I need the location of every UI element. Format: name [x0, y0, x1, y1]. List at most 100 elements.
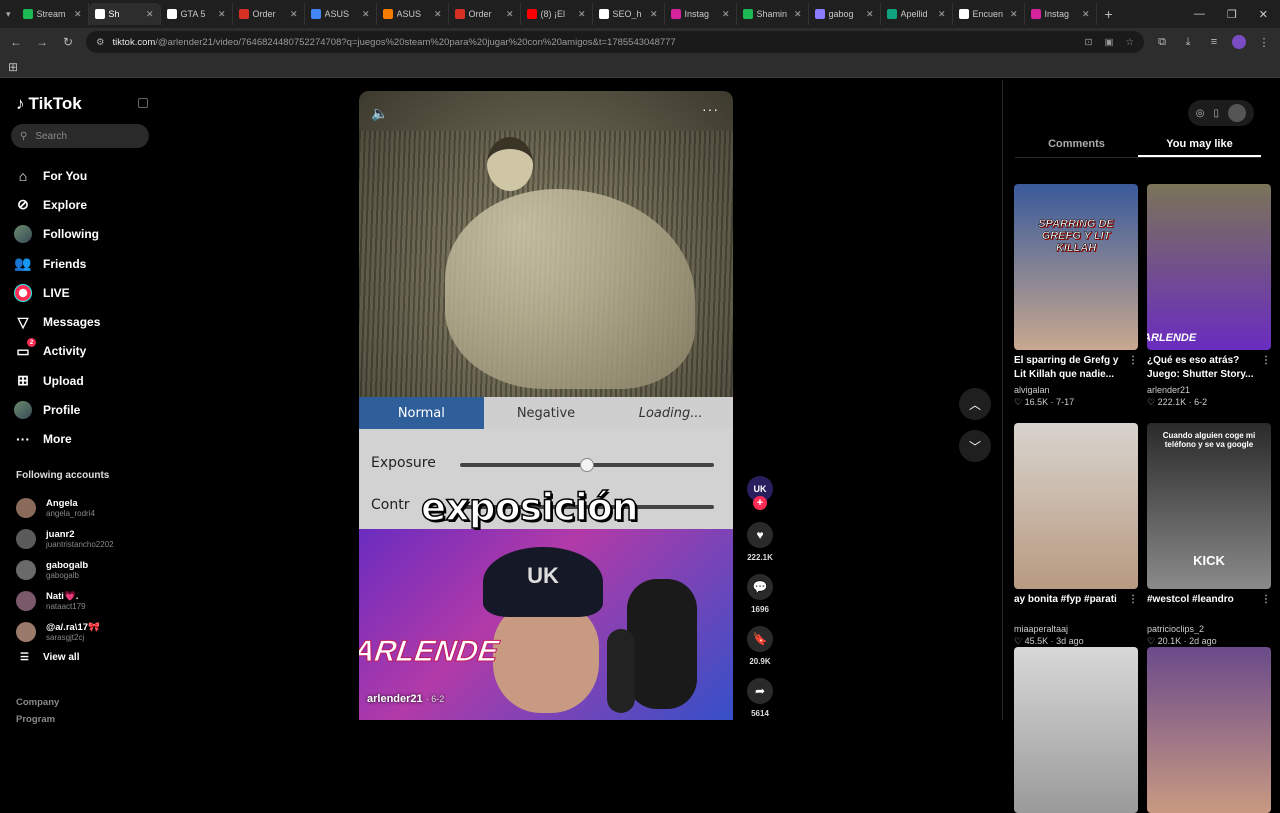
- browser-tab[interactable]: GTA 5 ✕: [161, 3, 233, 25]
- cast-icon[interactable]: ▣: [1104, 37, 1113, 48]
- more-options-icon[interactable]: ···: [702, 101, 719, 117]
- extensions-icon[interactable]: ⧉: [1154, 36, 1170, 49]
- browser-tab[interactable]: (8) ¡El ✕: [521, 3, 593, 25]
- sidebar-item-more[interactable]: ··· More: [14, 425, 100, 454]
- browser-tab[interactable]: ASUS ✕: [305, 3, 377, 25]
- tab-close-icon[interactable]: ✕: [1010, 9, 1018, 20]
- tab-search-icon[interactable]: ▾: [6, 9, 11, 20]
- download-icon[interactable]: ⤓: [1180, 36, 1196, 49]
- media-icon[interactable]: ≡: [1206, 36, 1222, 48]
- video-card[interactable]: SPARRING DE GREFG Y LIT KILLAH El sparrin…: [1014, 184, 1138, 408]
- back-icon[interactable]: ←: [8, 35, 24, 49]
- card-user[interactable]: arlender21: [1147, 385, 1271, 395]
- sidebar-item-explore[interactable]: ⊘ Explore: [14, 190, 100, 219]
- tab-close-icon[interactable]: ✕: [434, 9, 442, 20]
- browser-tab[interactable]: Order ✕: [233, 3, 305, 25]
- tab-close-icon[interactable]: ✕: [578, 9, 586, 20]
- sidebar-item-for-you[interactable]: ⌂ For You: [14, 161, 100, 190]
- following-account[interactable]: Nati💗. nataact179: [16, 585, 114, 616]
- minimize-icon[interactable]: —: [1194, 8, 1205, 21]
- video-player[interactable]: 🔈 ··· Normal Negative Loading... Exposur…: [359, 91, 733, 720]
- apps-grid-icon[interactable]: ⊞: [8, 60, 18, 74]
- sidebar-item-following[interactable]: Following: [14, 220, 100, 249]
- tab-close-icon[interactable]: ✕: [722, 9, 730, 20]
- tab-close-icon[interactable]: ✕: [74, 9, 82, 20]
- browser-tab[interactable]: Instag ✕: [1025, 3, 1097, 25]
- browser-tab[interactable]: SEO_h ✕: [593, 3, 665, 25]
- maximize-icon[interactable]: ❐: [1227, 8, 1237, 21]
- tab-close-icon[interactable]: ✕: [290, 9, 298, 20]
- browser-tab[interactable]: ASUS ✕: [377, 3, 449, 25]
- tab-close-icon[interactable]: ✕: [794, 9, 802, 20]
- video-card[interactable]: [1147, 647, 1271, 813]
- footer-link-company[interactable]: Company: [16, 694, 59, 711]
- tab-close-icon[interactable]: ✕: [1082, 9, 1090, 20]
- tab-close-icon[interactable]: ✕: [218, 9, 226, 20]
- following-account[interactable]: juanr2 juantristancho2202: [16, 523, 114, 554]
- search-input[interactable]: ⚲ Search: [11, 124, 149, 148]
- tab-close-icon[interactable]: ✕: [866, 9, 874, 20]
- collapse-sidebar-icon[interactable]: [138, 98, 148, 108]
- card-user[interactable]: miaaperaltaaj: [1014, 624, 1138, 634]
- device-icon[interactable]: ▯: [1213, 108, 1219, 119]
- video-card[interactable]: ay bonita #fyp #parati ⋮ miaaperaltaaj ♡ …: [1014, 423, 1138, 647]
- following-account[interactable]: @a/.ra\17🎀 sarasgjt2cj: [16, 616, 114, 647]
- forward-icon[interactable]: →: [34, 35, 50, 49]
- following-account[interactable]: gabogalb gabogalb: [16, 554, 114, 585]
- next-video-button[interactable]: ﹀: [959, 430, 991, 462]
- card-more-icon[interactable]: ⋮: [1128, 593, 1138, 607]
- tab-close-icon[interactable]: ✕: [650, 9, 658, 20]
- previous-video-button[interactable]: ︿: [959, 388, 991, 420]
- browser-tab[interactable]: Order ✕: [449, 3, 521, 25]
- tab-close-icon[interactable]: ✕: [146, 9, 154, 20]
- site-info-icon[interactable]: ⚙: [96, 37, 105, 48]
- sidebar-item-profile[interactable]: Profile: [14, 395, 100, 424]
- close-window-icon[interactable]: ✕: [1259, 8, 1268, 21]
- browser-menu-icon[interactable]: ⋮: [1256, 36, 1272, 49]
- card-more-icon[interactable]: ⋮: [1261, 354, 1271, 368]
- tab-close-icon[interactable]: ✕: [362, 9, 370, 20]
- tiktok-logo[interactable]: ♪ TikTok: [16, 94, 82, 114]
- new-tab-button[interactable]: +: [1105, 6, 1113, 22]
- browser-tab[interactable]: Encuen ✕: [953, 3, 1025, 25]
- url-field[interactable]: ⚙ tiktok.com/@arlender21/video/764682448…: [86, 31, 1144, 53]
- sidebar-item-messages[interactable]: ▽ Messages: [14, 307, 101, 336]
- video-card[interactable]: Cuando alguien coge mi teléfono y se va …: [1147, 423, 1271, 647]
- card-more-icon[interactable]: ⋮: [1128, 354, 1138, 368]
- save-button[interactable]: 🔖: [747, 626, 773, 652]
- view-all-link[interactable]: ☰ View all: [20, 652, 79, 663]
- volume-icon[interactable]: 🔈: [371, 105, 388, 122]
- video-card[interactable]: [1014, 647, 1138, 813]
- browser-tab[interactable]: Stream ✕: [17, 3, 89, 25]
- browser-tab[interactable]: gabog ✕: [809, 3, 881, 25]
- following-account[interactable]: Angela angela_rodri4: [16, 492, 114, 523]
- tab-close-icon[interactable]: ✕: [938, 9, 946, 20]
- coin-icon[interactable]: ◎: [1196, 108, 1205, 119]
- tab-close-icon[interactable]: ✕: [506, 9, 514, 20]
- creator-avatar[interactable]: UK +: [747, 476, 773, 510]
- browser-profile-avatar[interactable]: [1232, 35, 1246, 49]
- like-button[interactable]: ♥: [747, 522, 773, 548]
- tab-comments[interactable]: Comments: [1015, 132, 1138, 157]
- card-user[interactable]: alvigalan: [1014, 385, 1138, 395]
- browser-tab[interactable]: Apellid ✕: [881, 3, 953, 25]
- card-more-icon[interactable]: ⋮: [1261, 593, 1271, 607]
- browser-tab[interactable]: Shamin ✕: [737, 3, 809, 25]
- sidebar-item-live[interactable]: LIVE: [14, 278, 100, 307]
- comment-button[interactable]: 💬: [747, 574, 773, 600]
- share-button[interactable]: ➦: [747, 678, 773, 704]
- translate-icon[interactable]: ⊡: [1085, 37, 1093, 48]
- reload-icon[interactable]: ↻: [60, 35, 76, 49]
- video-author[interactable]: arlender21 · 6-2: [367, 693, 444, 705]
- follow-plus-icon[interactable]: +: [753, 496, 767, 510]
- sidebar-item-friends[interactable]: 👥 Friends: [14, 249, 100, 278]
- user-avatar[interactable]: [1228, 104, 1246, 122]
- video-card[interactable]: ARLENDE ¿Qué es eso atrás? Juego: Shutter…: [1147, 184, 1271, 408]
- browser-tab[interactable]: Sh ✕: [88, 3, 161, 25]
- tab-you-may-like[interactable]: You may like: [1138, 132, 1261, 157]
- card-user[interactable]: patricioclips_2: [1147, 624, 1271, 634]
- bookmark-star-icon[interactable]: ☆: [1125, 37, 1134, 48]
- browser-tab[interactable]: Instag ✕: [665, 3, 737, 25]
- sidebar-item-activity[interactable]: ▭ 2 Activity: [14, 337, 100, 366]
- sidebar-item-upload[interactable]: ⊞ Upload: [14, 366, 100, 395]
